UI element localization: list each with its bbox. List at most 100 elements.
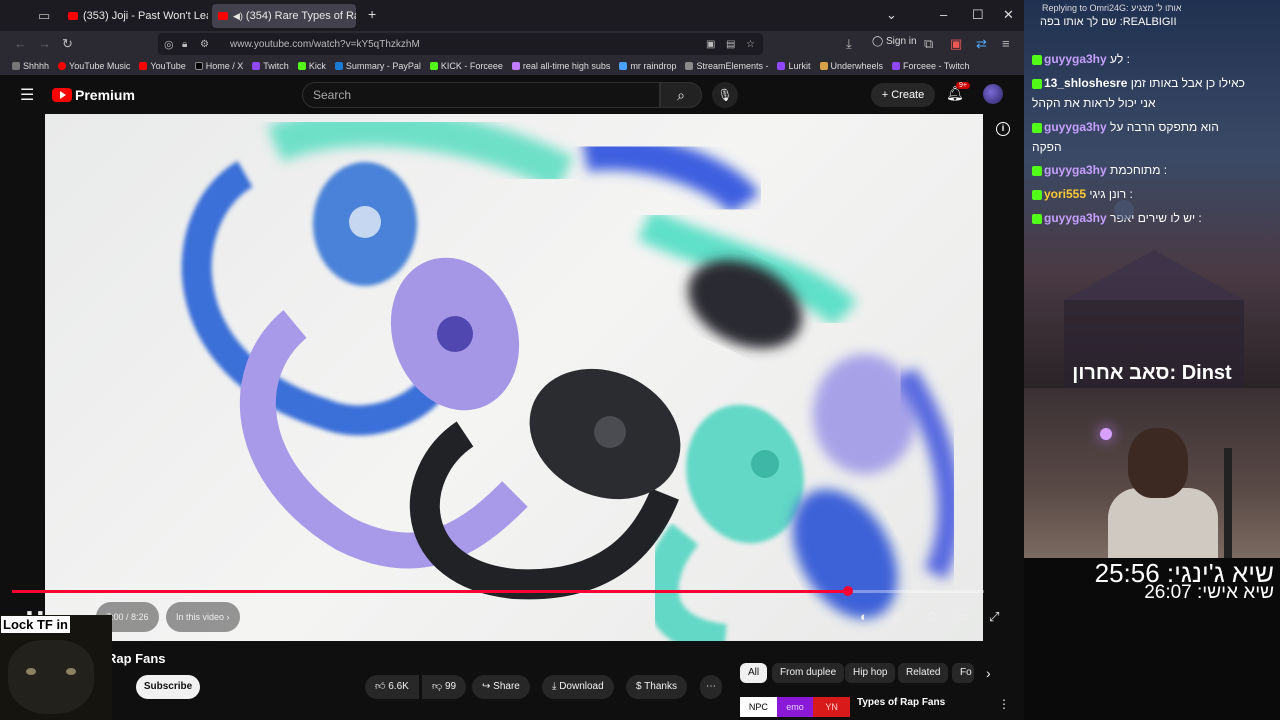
bookmark-item[interactable]: Summary - PayPal xyxy=(334,61,421,71)
video-player[interactable] xyxy=(45,114,983,641)
back-icon[interactable]: ← xyxy=(14,36,27,51)
info-icon[interactable]: i xyxy=(996,122,1010,136)
bookmark-label: YouTube Music xyxy=(69,61,131,71)
url-bar[interactable]: ◎ 🔒︎ ⚙ www.youtube.com/watch?v=kY5qThzkz… xyxy=(158,33,763,55)
create-button[interactable]: + Create xyxy=(871,83,935,107)
timer-panel: שיא ג'ינגי: 25:56 שיא אישי: 26:07 xyxy=(1024,558,1280,720)
addon-icon-2[interactable]: ⇄ xyxy=(976,36,987,52)
like-count: 6.6K xyxy=(388,681,409,692)
more-actions-button[interactable]: ⋯ xyxy=(700,675,722,699)
chart-icon xyxy=(511,62,520,70)
voice-search-button[interactable]: 🎙︎ xyxy=(712,82,738,108)
tab-rap-fans[interactable]: ◀) (354) Rare Types of Rap Fa × xyxy=(212,4,356,28)
chip-related[interactable]: Related xyxy=(898,663,949,683)
tab-label: (353) Joji - Past Won't Leave My xyxy=(83,10,208,22)
shield-icon[interactable]: ◎ xyxy=(164,38,174,51)
progress-fill xyxy=(12,590,848,593)
download-button[interactable]: ⤓ Download xyxy=(542,675,614,699)
video-title: Rap Fans xyxy=(107,651,166,666)
theater-mode-icon[interactable]: ▭ xyxy=(957,609,969,625)
youtube-logo-icon[interactable] xyxy=(52,88,72,102)
like-button[interactable]: 👍︎ 6.6K xyxy=(365,675,419,699)
reload-icon[interactable]: ↻ xyxy=(62,36,73,52)
bookmark-item[interactable]: Kick xyxy=(297,61,326,71)
subscribe-button[interactable]: Subscribe xyxy=(136,675,200,699)
chevron-right-icon[interactable]: › xyxy=(986,665,991,681)
bookmark-item[interactable]: YouTube Music xyxy=(58,61,130,71)
plus-icon: + xyxy=(881,89,892,101)
bookmark-item[interactable]: real all-time high subs xyxy=(511,61,610,71)
tab-joji[interactable]: (353) Joji - Past Won't Leave My × xyxy=(62,4,208,28)
bookmark-label: Shhhh xyxy=(23,61,50,71)
hamburger-menu-icon[interactable]: ☰ xyxy=(20,85,34,105)
chip-more[interactable]: Fo xyxy=(952,663,974,683)
bookmark-item[interactable]: KICK - Forceee xyxy=(429,61,503,71)
youtube-logo-text[interactable]: Premium xyxy=(75,87,135,103)
notification-count-badge: 9+ xyxy=(956,82,970,89)
tab-overflow-chevron-icon[interactable]: ⌄ xyxy=(886,7,897,23)
maximize-button[interactable]: ☐ xyxy=(972,7,984,23)
lamp-light xyxy=(1100,428,1112,440)
share-button[interactable]: ↪ Share xyxy=(472,675,530,699)
bookmark-item[interactable]: StreamElements - xyxy=(685,61,768,71)
download-label: Download xyxy=(559,681,604,692)
bookmark-star-icon[interactable]: ☆ xyxy=(746,39,755,50)
screenshot-icon[interactable]: ▣ xyxy=(706,39,715,50)
bookmark-item[interactable]: Underwheels xyxy=(819,61,884,71)
bookmark-label: Forceee - Twitch xyxy=(903,61,970,71)
video-frame-earbuds xyxy=(181,114,962,641)
search-input[interactable]: Search xyxy=(302,82,660,108)
reader-view-icon[interactable]: ▤ xyxy=(726,39,735,50)
progress-scrubber[interactable] xyxy=(842,586,853,596)
bookmark-label: Underwheels xyxy=(830,61,884,71)
search-button[interactable]: ⌕ xyxy=(660,82,702,108)
streamer-head xyxy=(1128,428,1188,498)
addon-icon[interactable]: ▣ xyxy=(950,36,962,52)
progress-bar[interactable] xyxy=(12,586,984,596)
sign-in-label: Sign in xyxy=(885,36,917,47)
thumb-label: NPC xyxy=(740,697,777,717)
kebab-menu-icon[interactable]: ⋮ xyxy=(998,697,1010,711)
minimize-button[interactable]: – xyxy=(940,7,947,22)
bookmark-item[interactable]: Shhhh xyxy=(12,61,49,71)
extensions-icon[interactable]: ⧉ xyxy=(924,36,933,52)
menu-icon[interactable]: ≡ xyxy=(1002,36,1010,51)
lock-icon[interactable]: 🔒︎ xyxy=(182,39,187,50)
bookmark-item[interactable]: Lurkit xyxy=(777,61,811,71)
permissions-icon[interactable]: ⚙ xyxy=(200,39,209,50)
close-window-button[interactable]: ✕ xyxy=(1003,7,1014,23)
avatar[interactable] xyxy=(983,84,1003,104)
twitch-icon xyxy=(252,62,261,70)
chip-from-duplee[interactable]: From duplee xyxy=(772,663,845,683)
next-video-thumbnail[interactable]: NPC emo YN xyxy=(740,697,851,717)
captions-icon[interactable]: ⧈ xyxy=(893,609,901,625)
bookmark-item[interactable]: mr raindrop xyxy=(619,61,676,71)
chat-background-scene xyxy=(1064,200,1244,388)
cam-label: Lock TF in xyxy=(1,616,70,633)
settings-gear-icon[interactable]: ⚙ xyxy=(926,609,938,625)
youtube-favicon-icon xyxy=(218,12,228,20)
bookmark-item[interactable]: Twitch xyxy=(252,61,289,71)
chip-hip-hop[interactable]: Hip hop xyxy=(845,663,896,683)
fullscreen-icon[interactable]: ⤢ xyxy=(989,609,999,625)
thanks-label: Thanks xyxy=(644,681,677,692)
chapter-button[interactable]: In this video › xyxy=(166,602,240,632)
thanks-button[interactable]: $ Thanks xyxy=(626,675,687,699)
browser-window: ▭ (353) Joji - Past Won't Leave My × ◀) … xyxy=(0,0,1024,720)
bookmark-label: Home / X xyxy=(205,61,244,71)
cat-eye xyxy=(26,668,36,675)
tab-list-icon[interactable]: ▭ xyxy=(38,8,50,24)
bookmark-item[interactable]: Home / X xyxy=(194,61,244,71)
forward-icon[interactable]: → xyxy=(38,36,51,51)
chip-all[interactable]: All xyxy=(740,663,768,683)
bookmark-item[interactable]: Forceee - Twitch xyxy=(892,61,969,71)
sign-in-button[interactable]: ◯ Sign in xyxy=(872,36,917,47)
autoplay-toggle-icon[interactable]: ◐ xyxy=(860,609,868,624)
speaker-icon[interactable]: ◀) xyxy=(233,11,243,22)
next-video-title[interactable]: Types of Rap Fans xyxy=(857,697,945,708)
bookmark-item[interactable]: YouTube xyxy=(139,61,186,71)
new-tab-button[interactable]: + xyxy=(368,6,376,22)
dislike-button[interactable]: 👎︎ 99 xyxy=(422,675,467,699)
chat-overlay: Replying to Omri24G: אותו ל' מצגיע שם לך… xyxy=(1024,0,1280,388)
downloads-icon[interactable]: ⤓ xyxy=(846,36,852,52)
